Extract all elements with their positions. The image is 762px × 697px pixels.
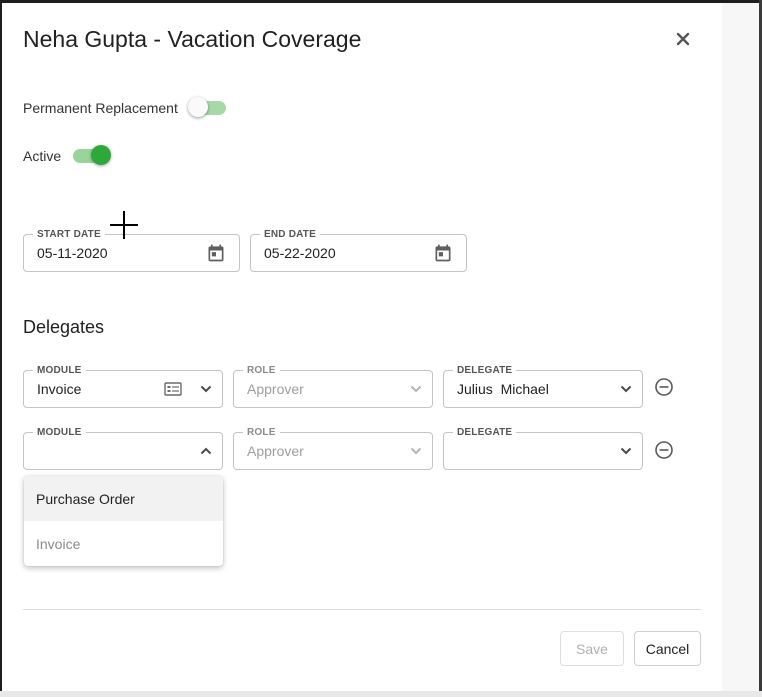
role-value: Approver	[247, 381, 304, 397]
module-option-invoice[interactable]: Invoice	[24, 521, 223, 566]
chevron-down-icon	[620, 447, 632, 455]
end-date-picker-button[interactable]	[433, 243, 453, 263]
delegate-value: Julius Michael	[457, 381, 549, 397]
toggle-thumb	[187, 97, 208, 117]
window-bottom-edge	[0, 691, 762, 697]
delegate-label: DELEGATE	[453, 365, 517, 376]
start-date-label: START DATE	[33, 229, 105, 240]
permanent-replacement-row: Permanent Replacement	[23, 97, 226, 117]
active-toggle[interactable]	[73, 145, 112, 165]
remove-circle-icon	[655, 378, 673, 396]
footer-divider	[23, 609, 701, 610]
calendar-icon	[208, 244, 224, 262]
role-value: Approver	[247, 443, 304, 459]
chevron-down-icon	[410, 447, 422, 455]
start-date-value: 05-11-2020	[37, 245, 108, 261]
permanent-replacement-label: Permanent Replacement	[23, 100, 178, 116]
delegate-select-1[interactable]: DELEGATE Julius Michael	[443, 365, 643, 408]
window-left-edge	[0, 0, 2, 697]
module-dropdown-toggle[interactable]	[196, 379, 216, 399]
module-options-menu: Purchase Order Invoice	[24, 476, 223, 566]
module-option-purchase-order[interactable]: Purchase Order	[24, 476, 223, 521]
module-select-2[interactable]: MODULE	[23, 427, 223, 470]
start-date-picker-button[interactable]	[206, 243, 226, 263]
delegates-heading: Delegates	[23, 317, 105, 337]
module-dropdown-toggle[interactable]	[196, 441, 216, 461]
remove-circle-icon	[655, 441, 673, 459]
chevron-down-icon	[410, 385, 422, 393]
delegate-label: DELEGATE	[453, 427, 517, 438]
active-label: Active	[23, 148, 62, 164]
start-date-field[interactable]: START DATE 05-11-2020	[23, 229, 240, 272]
end-date-field[interactable]: END DATE 05-22-2020	[250, 229, 467, 272]
calendar-icon	[435, 244, 451, 262]
chevron-down-icon	[200, 385, 212, 393]
remove-delegate-row-1-button[interactable]	[654, 377, 674, 397]
module-value: Invoice	[37, 381, 82, 397]
delegate-dropdown-toggle[interactable]	[616, 379, 636, 399]
chevron-down-icon	[620, 385, 632, 393]
list-card-icon	[164, 382, 182, 396]
role-select-1[interactable]: ROLE Approver	[233, 365, 433, 408]
end-date-label: END DATE	[260, 229, 320, 240]
module-select-1[interactable]: MODULE Invoice	[23, 365, 223, 408]
role-label: ROLE	[243, 365, 280, 376]
end-date-value: 05-22-2020	[264, 245, 336, 261]
role-dropdown-toggle[interactable]	[406, 379, 426, 399]
delegate-dropdown-toggle[interactable]	[616, 441, 636, 461]
dialog-title: Neha Gupta - Vacation Coverage	[23, 26, 362, 52]
window-top-edge	[0, 0, 762, 3]
delegate-select-2[interactable]: DELEGATE	[443, 427, 643, 470]
module-list-icon-wrapper	[163, 379, 183, 399]
permanent-replacement-toggle[interactable]	[187, 97, 226, 117]
role-dropdown-toggle[interactable]	[406, 441, 426, 461]
role-label: ROLE	[243, 427, 280, 438]
cancel-button[interactable]: Cancel	[634, 631, 701, 666]
chevron-up-icon	[200, 447, 212, 455]
toggle-thumb	[91, 145, 112, 165]
module-label: MODULE	[33, 365, 86, 376]
save-button[interactable]: Save	[560, 631, 624, 666]
close-icon	[676, 32, 690, 46]
role-select-2[interactable]: ROLE Approver	[233, 427, 433, 470]
remove-delegate-row-2-button[interactable]	[654, 440, 674, 460]
active-row: Active	[23, 145, 112, 165]
module-label: MODULE	[33, 427, 86, 438]
dialog-right-backdrop	[722, 3, 759, 691]
close-button[interactable]	[672, 28, 694, 50]
